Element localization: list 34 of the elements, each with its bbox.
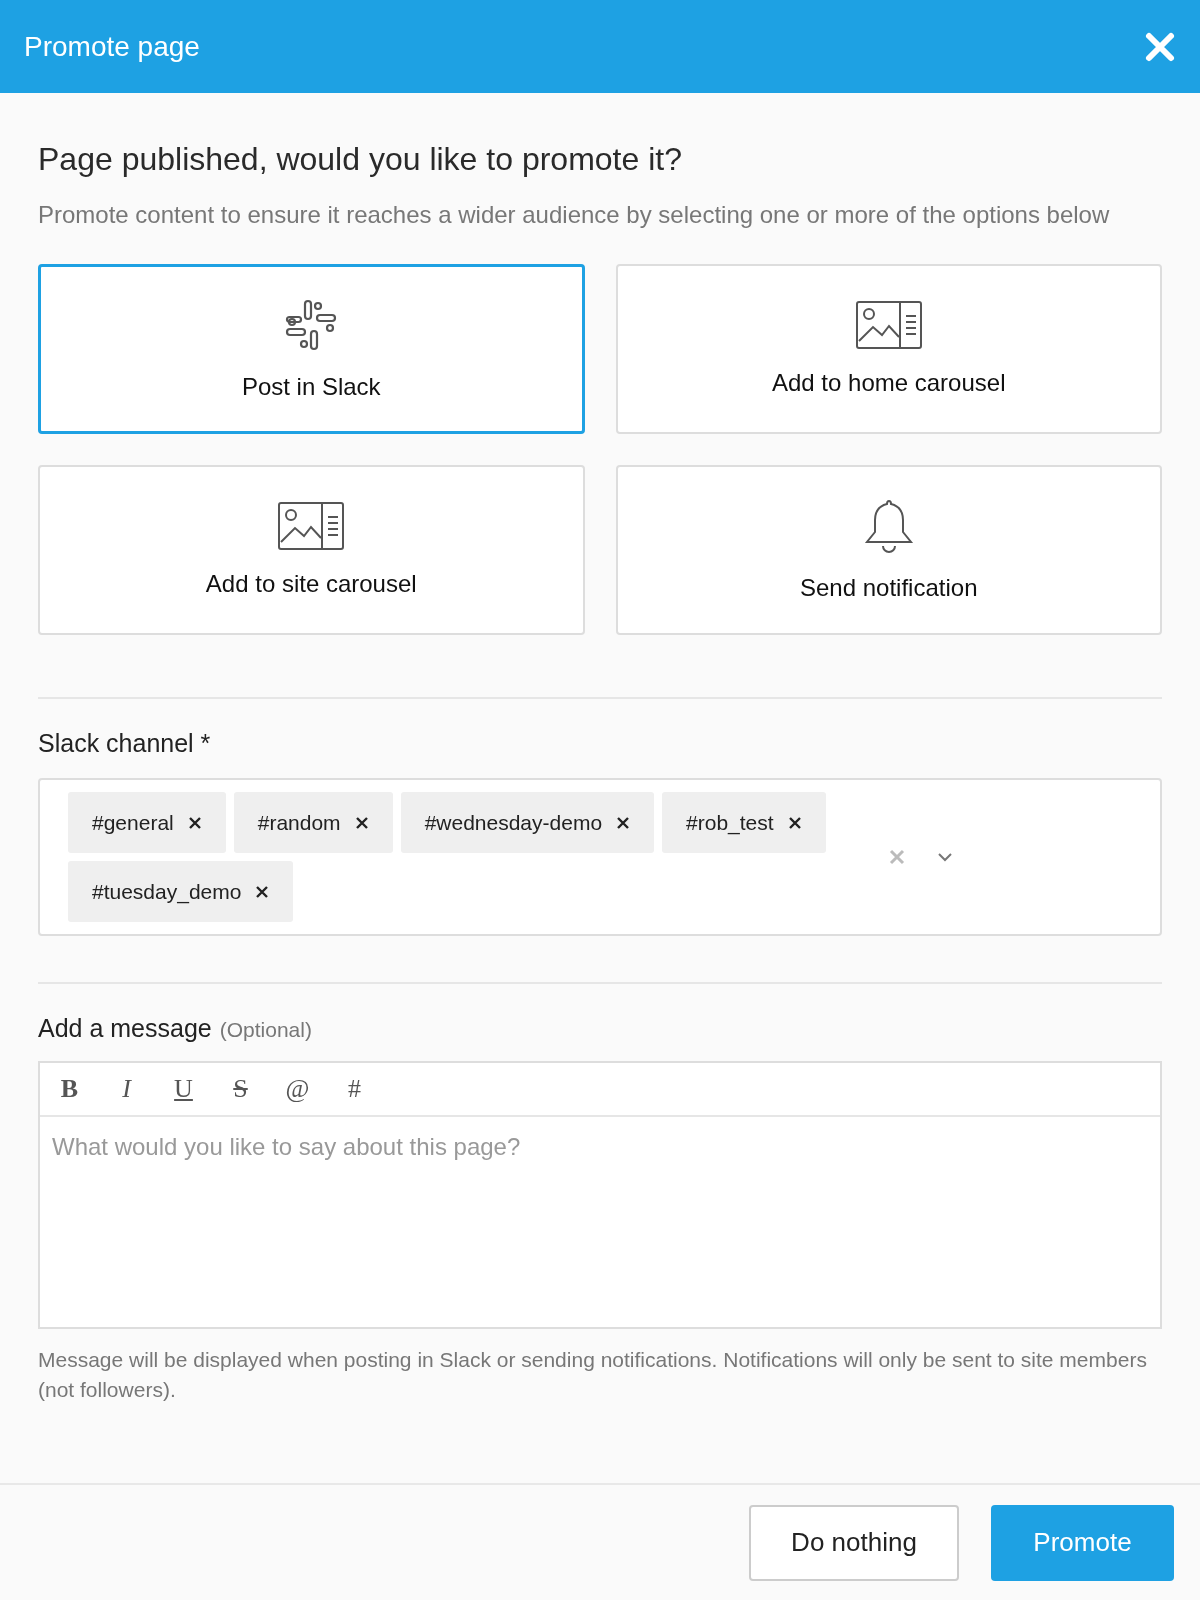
channel-select[interactable]: #general #random #wednesday-demo #rob_test #tuesday_demo	[38, 778, 1162, 936]
image-icon	[855, 301, 922, 349]
optional-hint: (Optional)	[219, 1018, 312, 1042]
format-button[interactable]: S	[223, 1074, 258, 1104]
help-text: Message will be displayed when posting in Slack or sending notifications. Notifications will only be sent to site members (not followers).	[38, 1347, 1148, 1403]
format-button[interactable]: B	[52, 1074, 87, 1104]
dialog-title: Promote page	[24, 30, 200, 63]
format-button[interactable]: @	[280, 1074, 315, 1104]
format-button[interactable]: U	[166, 1074, 201, 1104]
image-icon	[278, 502, 345, 550]
format-button[interactable]: I	[109, 1074, 144, 1104]
option-card[interactable]: Send notification	[615, 465, 1162, 635]
field-label: Slack channel *	[38, 729, 212, 758]
message-editor[interactable]: B I U S @ # What would you like to say about this page?	[38, 1061, 1162, 1329]
remove-icon[interactable]	[616, 815, 631, 830]
chevron-down-icon[interactable]	[936, 851, 954, 863]
tag-label: #rob_test	[686, 810, 774, 835]
tag-label: #general	[92, 810, 174, 835]
option-card[interactable]: Add to home carousel	[615, 264, 1162, 434]
description-text: Promote content to ensure it reaches a wider audience by selecting one or more of the options below	[38, 200, 1111, 230]
close-icon[interactable]	[1144, 30, 1176, 63]
cancel-button[interactable]: Do nothing	[749, 1504, 959, 1581]
format-button[interactable]: #	[337, 1074, 372, 1104]
tag-label: #tuesday_demo	[92, 879, 242, 904]
dialog-heading: Page published, would you like to promote it?	[38, 141, 683, 178]
field-label: Add a message	[38, 1014, 212, 1043]
remove-icon[interactable]	[187, 815, 202, 830]
tag-label: #wednesday-demo	[424, 810, 603, 835]
tag-label: #random	[257, 810, 341, 835]
remove-icon[interactable]	[787, 815, 802, 830]
option-card[interactable]: Add to site carousel	[38, 465, 585, 635]
remove-icon[interactable]	[354, 815, 369, 830]
option-card[interactable]: Post in Slack	[38, 264, 585, 434]
remove-icon[interactable]	[255, 884, 270, 899]
